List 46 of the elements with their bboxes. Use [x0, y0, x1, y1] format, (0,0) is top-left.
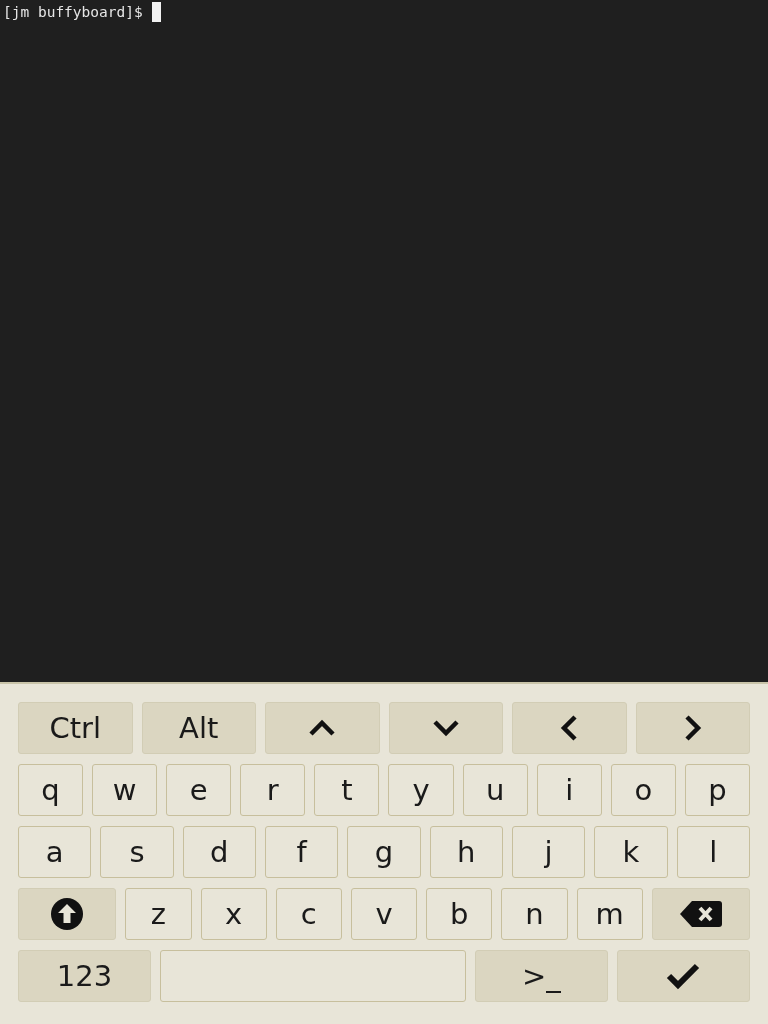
- letter-key[interactable]: i: [536, 764, 602, 816]
- chevron-right-icon: [683, 714, 702, 742]
- letter-key[interactable]: x: [200, 888, 267, 940]
- letter-key[interactable]: r: [240, 764, 306, 816]
- chevron-left-icon: [560, 714, 579, 742]
- letter-key[interactable]: v: [350, 888, 418, 940]
- letter-key[interactable]: e: [166, 764, 232, 816]
- modifier-key[interactable]: Alt: [141, 702, 256, 754]
- letter-key[interactable]: c: [275, 888, 342, 940]
- up-key[interactable]: [265, 702, 380, 754]
- letter-key[interactable]: h: [429, 826, 503, 878]
- letter-key[interactable]: u: [462, 764, 528, 816]
- text-cursor: [151, 2, 161, 22]
- letter-key[interactable]: l: [676, 826, 750, 878]
- left-key[interactable]: [512, 702, 627, 754]
- shift-key[interactable]: [18, 888, 117, 940]
- letter-key[interactable]: o: [610, 764, 676, 816]
- chevron-down-icon: [431, 719, 460, 737]
- letter-key[interactable]: t: [314, 764, 380, 816]
- letter-key[interactable]: k: [594, 826, 668, 878]
- letter-key[interactable]: m: [576, 888, 643, 940]
- backspace-icon: [679, 901, 722, 927]
- letter-key[interactable]: s: [100, 826, 174, 878]
- down-key[interactable]: [388, 702, 503, 754]
- letter-key[interactable]: d: [182, 826, 256, 878]
- enter-key[interactable]: [617, 950, 750, 1002]
- modifier-key[interactable]: >_: [474, 950, 608, 1002]
- backspace-key[interactable]: [651, 888, 750, 940]
- terminal-prompt: [jm buffyboard]$: [3, 3, 143, 22]
- letter-key[interactable]: z: [125, 888, 192, 940]
- letter-key[interactable]: f: [265, 826, 339, 878]
- chevron-up-icon: [308, 719, 337, 737]
- checkmark-icon: [666, 962, 701, 990]
- letter-key[interactable]: g: [347, 826, 421, 878]
- right-key[interactable]: [635, 702, 750, 754]
- letter-key[interactable]: j: [511, 826, 586, 878]
- shift-icon: [51, 898, 84, 930]
- letter-key[interactable]: b: [426, 888, 493, 940]
- modifier-key[interactable]: Ctrl: [18, 702, 133, 754]
- letter-key[interactable]: n: [501, 888, 568, 940]
- letter-key[interactable]: q: [18, 764, 84, 816]
- letter-key[interactable]: y: [388, 764, 454, 816]
- letter-key[interactable]: p: [684, 764, 750, 816]
- modifier-key[interactable]: 123: [18, 950, 151, 1002]
- letter-key[interactable]: a: [18, 826, 92, 878]
- letter-key[interactable]: w: [92, 764, 158, 816]
